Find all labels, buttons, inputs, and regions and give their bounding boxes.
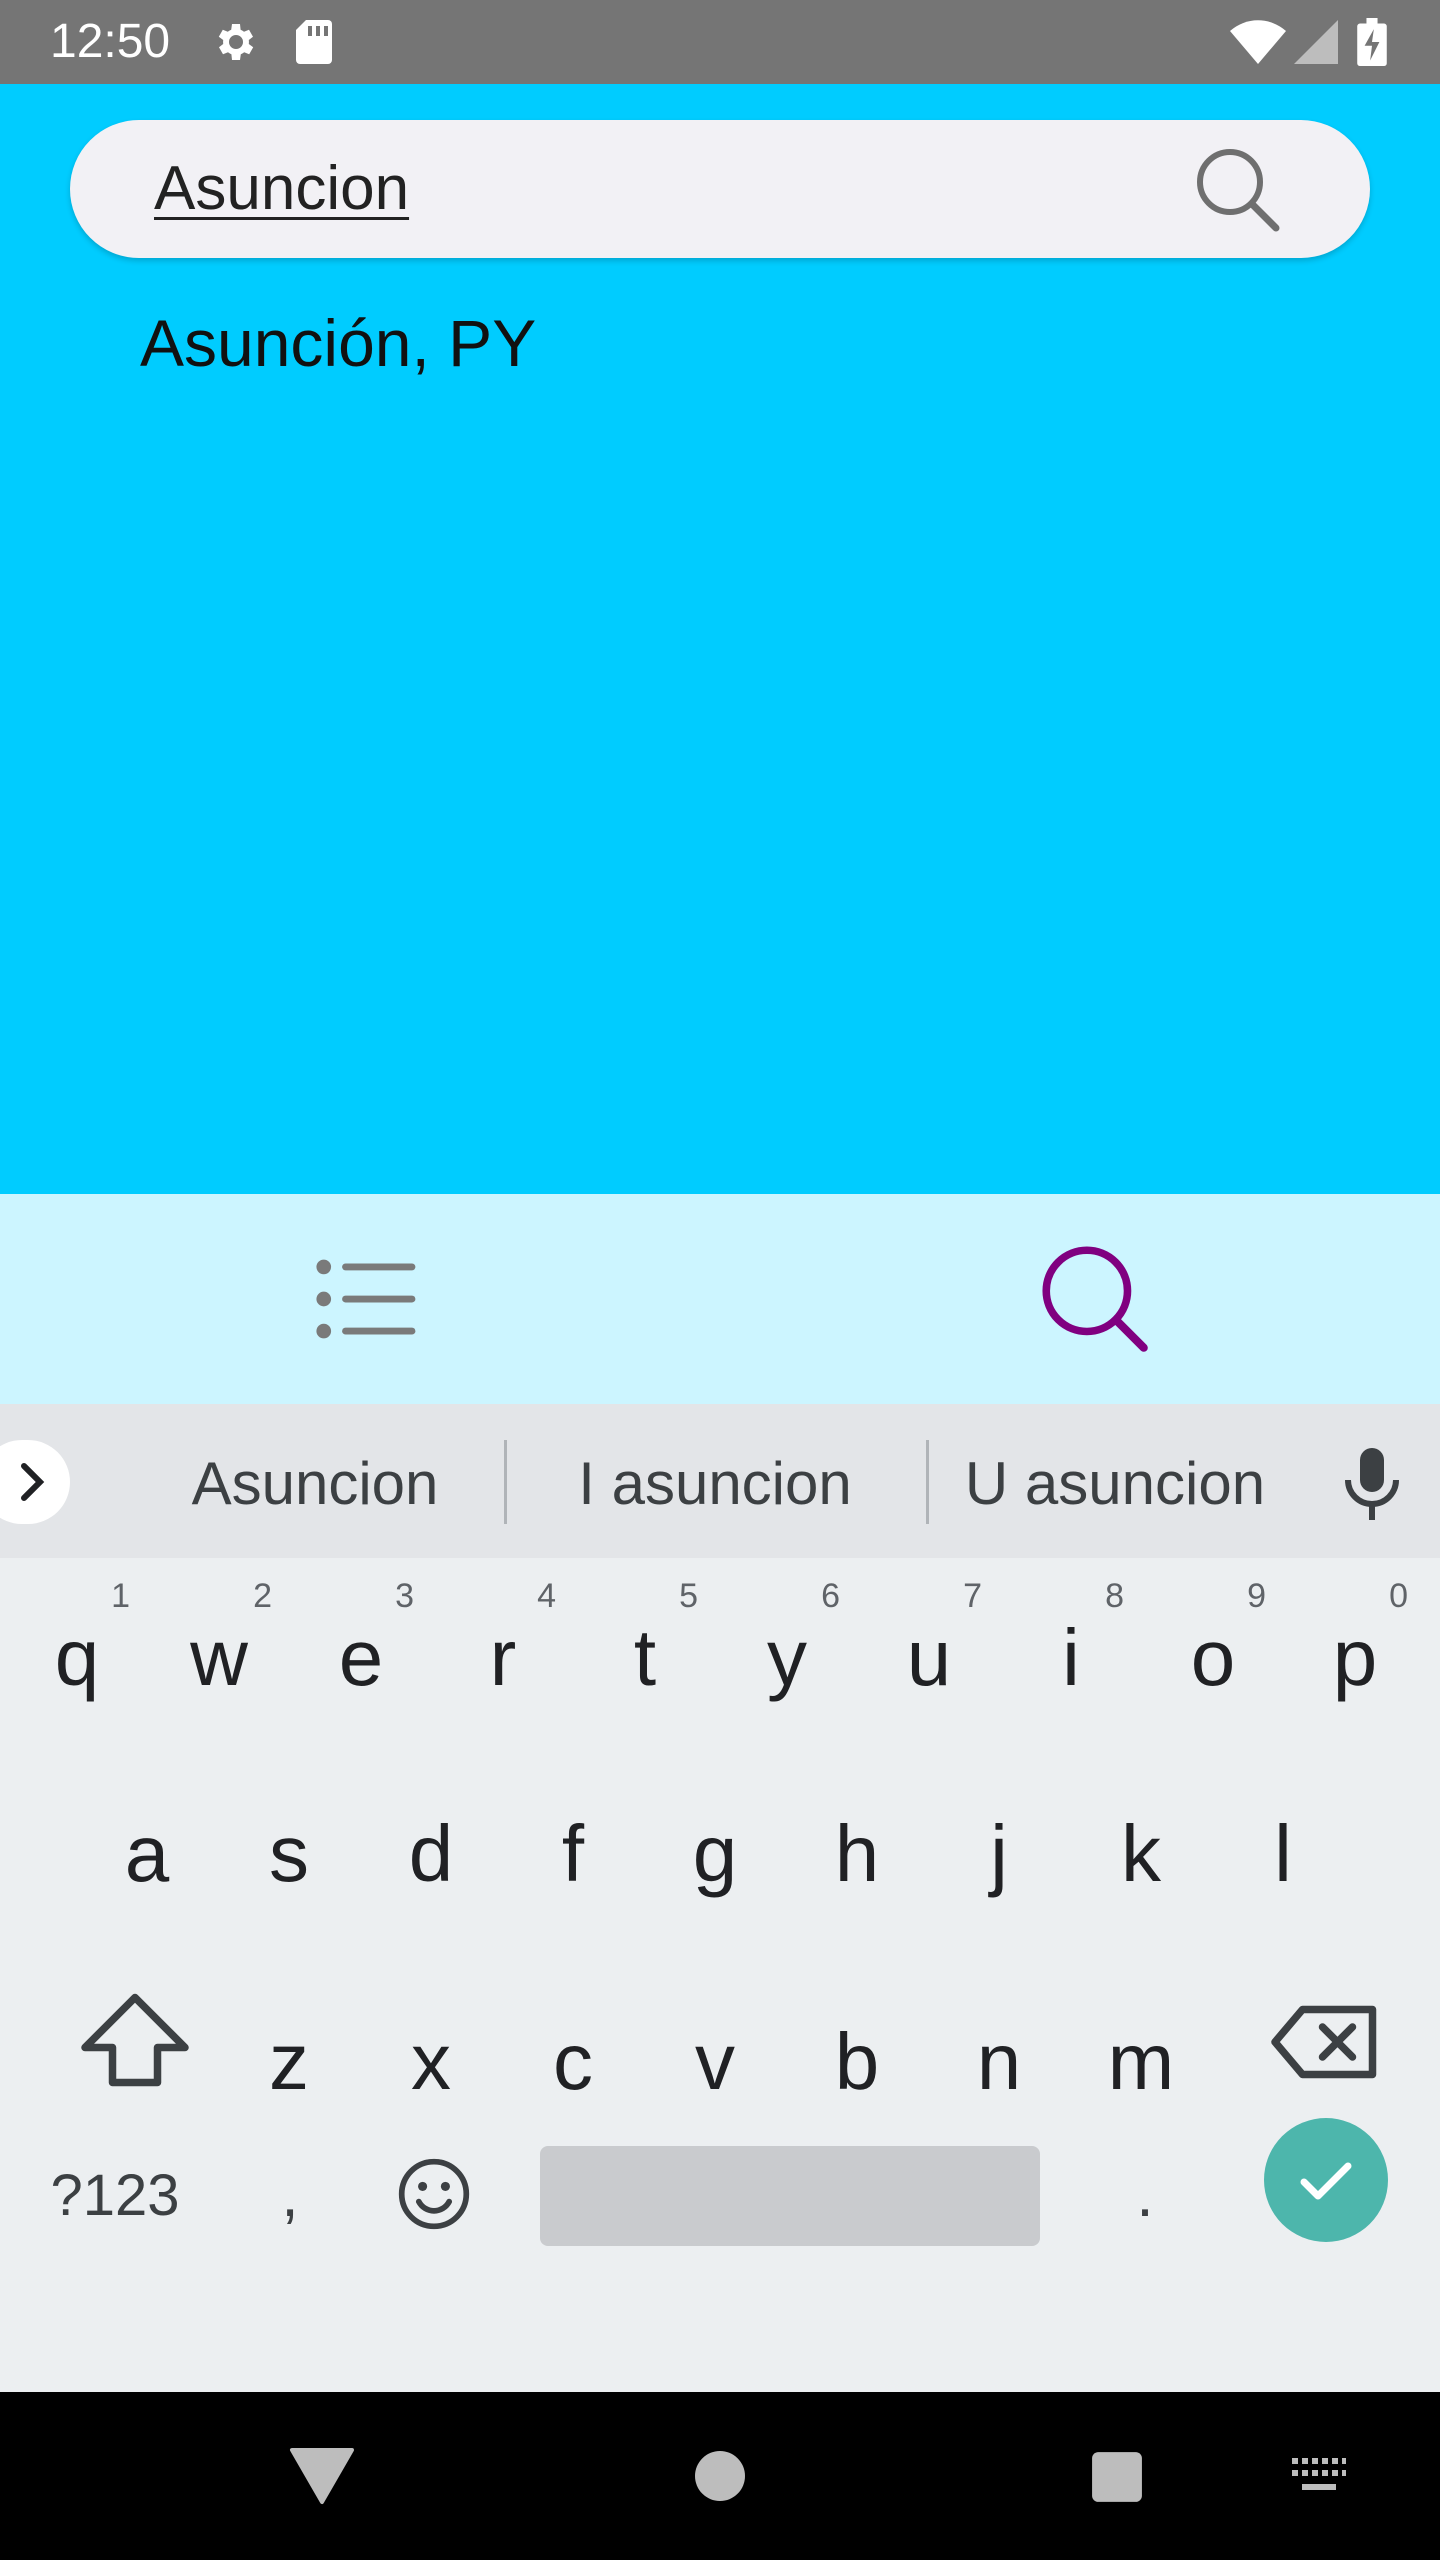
key-label: e — [338, 1613, 384, 1702]
key-w[interactable]: w2 — [148, 1558, 290, 1758]
emoji-icon[interactable] — [396, 2156, 472, 2232]
key-hint: 7 — [963, 1577, 982, 1615]
key-c[interactable]: c — [502, 1962, 644, 2162]
suggestion-3[interactable]: U asuncion — [950, 1444, 1280, 1524]
key-n[interactable]: n — [928, 1962, 1070, 2162]
key-f[interactable]: f — [502, 1754, 644, 1954]
key-label: p — [1332, 1613, 1378, 1702]
keys-area: q1 w2 e3 r4 t5 y6 u7 i8 o9 p0 a s d f g … — [0, 1558, 1440, 2392]
key-z[interactable]: z — [218, 1962, 360, 2162]
key-s[interactable]: s — [218, 1754, 360, 1954]
key-a[interactable]: a — [76, 1754, 218, 1954]
key-r[interactable]: r4 — [432, 1558, 574, 1758]
key-label: o — [1190, 1613, 1236, 1702]
home-circle-icon[interactable] — [694, 2450, 746, 2502]
recents-square-icon[interactable] — [1090, 2450, 1144, 2504]
wifi-icon — [1230, 20, 1286, 64]
key-u[interactable]: u7 — [858, 1558, 1000, 1758]
soft-keyboard: Asuncion I asuncion U asuncion q1 w2 e3 … — [0, 1404, 1440, 2392]
backspace-icon[interactable] — [1270, 2002, 1380, 2082]
key-h[interactable]: h — [786, 1754, 928, 1954]
key-q[interactable]: q1 — [6, 1558, 148, 1758]
key-e[interactable]: e3 — [290, 1558, 432, 1758]
expand-suggestions-button[interactable] — [0, 1440, 70, 1524]
key-label: q — [54, 1613, 100, 1702]
key-d[interactable]: d — [360, 1754, 502, 1954]
bottom-navigation — [0, 1194, 1440, 1404]
suggestion-divider — [926, 1440, 929, 1524]
search-input[interactable]: Asuncion — [154, 150, 409, 228]
search-icon[interactable] — [1030, 1234, 1160, 1364]
key-label: i — [1062, 1613, 1080, 1702]
symbols-key[interactable]: ?123 — [30, 2146, 200, 2246]
search-bar[interactable]: Asuncion — [70, 120, 1370, 258]
key-j[interactable]: j — [928, 1754, 1070, 1954]
key-g[interactable]: g — [644, 1754, 786, 1954]
suggestion-1[interactable]: Asuncion — [150, 1444, 480, 1524]
key-m[interactable]: m — [1070, 1962, 1212, 2162]
key-x[interactable]: x — [360, 1962, 502, 2162]
period-key[interactable]: . — [1100, 2146, 1190, 2246]
key-label: w — [190, 1613, 248, 1702]
check-icon — [1300, 2162, 1352, 2200]
key-k[interactable]: k — [1070, 1754, 1212, 1954]
key-hint: 5 — [679, 1577, 698, 1615]
gear-icon — [218, 24, 254, 60]
key-label: u — [906, 1613, 952, 1702]
signal-icon — [1294, 20, 1338, 64]
search-icon[interactable] — [1190, 142, 1286, 238]
suggestion-2[interactable]: I asuncion — [540, 1444, 890, 1524]
key-b[interactable]: b — [786, 1962, 928, 2162]
key-p[interactable]: p0 — [1284, 1558, 1426, 1758]
key-y[interactable]: y6 — [716, 1558, 858, 1758]
status-bar: 12:50 — [0, 0, 1440, 84]
key-hint: 2 — [253, 1577, 272, 1615]
shift-icon[interactable] — [70, 1990, 200, 2090]
key-v[interactable]: v — [644, 1962, 786, 2162]
key-hint: 4 — [537, 1577, 556, 1615]
key-i[interactable]: i8 — [1000, 1558, 1142, 1758]
key-hint: 8 — [1105, 1577, 1124, 1615]
key-o[interactable]: o9 — [1142, 1558, 1284, 1758]
suggestion-divider — [504, 1440, 507, 1524]
mic-icon[interactable] — [1340, 1446, 1404, 1522]
space-bar[interactable] — [540, 2146, 1040, 2246]
comma-key[interactable]: , — [240, 2146, 340, 2246]
battery-charging-icon — [1357, 18, 1387, 66]
enter-button[interactable] — [1264, 2118, 1388, 2242]
key-label: y — [767, 1613, 807, 1702]
list-icon[interactable] — [310, 1244, 420, 1354]
search-result-item[interactable]: Asunción, PY — [140, 300, 536, 386]
key-hint: 9 — [1247, 1577, 1266, 1615]
key-label: t — [633, 1613, 657, 1702]
status-time: 12:50 — [50, 15, 171, 68]
key-label: r — [489, 1613, 517, 1702]
sd-card-icon — [296, 20, 332, 64]
key-t[interactable]: t5 — [574, 1558, 716, 1758]
key-l[interactable]: l — [1212, 1754, 1354, 1954]
chevron-right-icon — [21, 1463, 45, 1501]
suggestion-strip: Asuncion I asuncion U asuncion — [0, 1404, 1440, 1558]
key-hint: 6 — [821, 1577, 840, 1615]
key-hint: 0 — [1389, 1577, 1408, 1615]
key-hint: 1 — [111, 1577, 130, 1615]
keyboard-switch-icon[interactable] — [1290, 2456, 1348, 2498]
back-triangle-icon[interactable] — [288, 2446, 356, 2506]
key-hint: 3 — [395, 1577, 414, 1615]
system-navigation-bar — [0, 2392, 1440, 2560]
